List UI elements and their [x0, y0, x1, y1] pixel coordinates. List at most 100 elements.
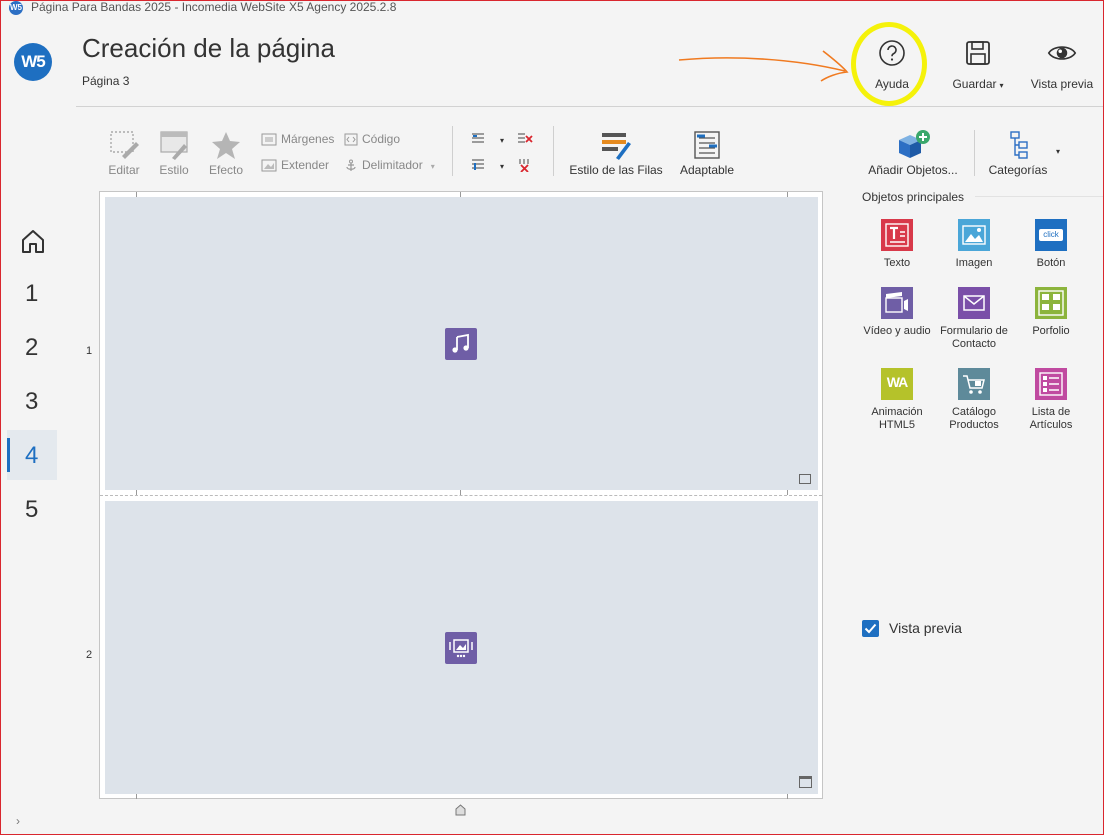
music-note-icon[interactable] [445, 328, 477, 360]
nav-page-3[interactable]: 3 [0, 376, 76, 426]
toolbar-separator [553, 126, 554, 176]
home-icon[interactable] [18, 226, 48, 256]
nav-page-label: 2 [25, 334, 39, 361]
row-style-button[interactable]: Estilo de las Filas [568, 130, 664, 177]
website-x5-logo[interactable]: W5 [14, 43, 52, 81]
image-object-icon [958, 219, 990, 251]
categories-icon [1010, 131, 1028, 159]
help-button[interactable]: Ayuda [862, 38, 922, 91]
video-audio-object-icon [881, 287, 913, 319]
row-separator [100, 495, 822, 496]
insert-row-above-dropdown-icon[interactable]: ▾ [500, 136, 504, 145]
html5-animation-object[interactable]: WA Animación HTML5 [858, 368, 936, 432]
column-tick [136, 794, 137, 799]
text-object-label: Texto [883, 257, 911, 269]
gallery-icon[interactable] [445, 632, 477, 664]
layout-row[interactable] [105, 197, 818, 490]
nav-page-label: 5 [25, 496, 39, 523]
code-label: Código [362, 132, 401, 146]
delimiter-button[interactable]: Delimitador ▾ [344, 158, 435, 172]
delimiter-dropdown-icon[interactable]: ▾ [431, 162, 435, 171]
product-catalog-object-label: Catálogo Productos [949, 406, 999, 431]
preview-button[interactable]: Vista previa [1029, 38, 1095, 91]
nav-page-1[interactable]: 1 [0, 268, 76, 318]
nav-page-5[interactable]: 5 [0, 484, 76, 534]
save-label: Guardar [952, 77, 997, 91]
delete-column-icon [519, 159, 529, 173]
row-window-icon[interactable] [799, 776, 812, 788]
portfolio-object-icon [1035, 287, 1067, 319]
preview-checkbox[interactable] [862, 620, 879, 637]
image-object[interactable]: Imagen [935, 219, 1013, 270]
save-button[interactable]: Guardar ▾ [948, 38, 1008, 91]
margins-icon [261, 133, 277, 146]
effect-label: Efecto [208, 163, 244, 177]
product-catalog-object-icon [958, 368, 990, 400]
html5-animation-object-icon: WA [881, 368, 913, 400]
row-style-label: Estilo de las Filas [569, 163, 663, 177]
insert-row-below-dropdown-icon[interactable]: ▾ [500, 162, 504, 171]
button-object-icon: click [1035, 219, 1067, 251]
article-list-object-label: Lista de Artículos [1029, 406, 1073, 431]
article-list-object-icon [1035, 368, 1067, 400]
delete-column-button[interactable] [517, 158, 537, 173]
checkmark-icon [864, 623, 877, 634]
toolbar-separator [452, 126, 453, 176]
layout-row[interactable] [105, 501, 818, 794]
margins-button[interactable]: Márgenes [261, 132, 334, 146]
expand-sidebar-icon[interactable]: › [16, 814, 20, 828]
extend-button[interactable]: Extender [261, 158, 329, 172]
star-icon [212, 132, 240, 159]
page-canvas[interactable] [99, 191, 823, 799]
text-object[interactable]: Texto [858, 219, 936, 270]
video-audio-object[interactable]: Vídeo y audio [858, 287, 936, 338]
style-icon [160, 131, 188, 160]
delete-row-button[interactable] [517, 132, 537, 146]
button-object-label: Botón [1036, 257, 1066, 269]
article-list-object[interactable]: Lista de Artículos [1012, 368, 1090, 432]
button-object[interactable]: click Botón [1012, 219, 1090, 270]
row-settings-icon[interactable] [799, 474, 811, 484]
text-object-icon [881, 219, 913, 251]
annotation-arrow [678, 50, 849, 82]
product-catalog-object[interactable]: Catálogo Productos [935, 368, 1013, 432]
save-dropdown-icon[interactable]: ▾ [1000, 81, 1004, 90]
adaptable-button[interactable]: Adaptable [678, 130, 736, 177]
delete-row-icon [518, 133, 533, 143]
effect-button[interactable]: Efecto [206, 130, 246, 177]
nav-page-2[interactable]: 2 [0, 322, 76, 372]
html5-animation-object-label: Animación HTML5 [871, 406, 923, 431]
row-style-icon [602, 133, 631, 160]
column-tick [460, 490, 461, 495]
categories-label: Categorías [988, 163, 1048, 177]
categories-dropdown-icon[interactable]: ▾ [1056, 147, 1060, 156]
row-number: 1 [86, 345, 93, 357]
extend-label: Extender [281, 158, 330, 172]
edit-button[interactable]: Editar [106, 130, 142, 177]
resize-handle-icon[interactable] [455, 804, 466, 816]
portfolio-object[interactable]: Porfolio [1012, 287, 1090, 338]
edit-icon [110, 131, 139, 159]
preview-checkbox-label[interactable]: Vista previa [889, 620, 962, 636]
contact-form-object-label: Formulario de Contacto [940, 325, 1008, 350]
save-icon [966, 41, 990, 65]
html5-animation-badge: WA [886, 374, 909, 390]
eye-icon [1047, 46, 1077, 60]
categories-button[interactable]: Categorías [988, 130, 1048, 177]
anchor-icon [346, 159, 356, 171]
image-object-label: Imagen [955, 257, 993, 269]
nav-page-4[interactable]: 4 [0, 430, 76, 480]
style-button[interactable]: Estilo [157, 130, 191, 177]
style-label: Estilo [159, 163, 189, 177]
contact-form-object[interactable]: Formulario de Contacto [935, 287, 1013, 351]
insert-row-above-button[interactable]: ▾ [470, 132, 504, 146]
add-objects-button[interactable]: Añadir Objetos... [866, 130, 960, 177]
insert-row-below-icon [472, 159, 484, 170]
section-divider [975, 196, 1104, 197]
app-icon: W5 [9, 1, 23, 15]
adaptable-label: Adaptable [679, 163, 735, 177]
nav-page-label: 4 [25, 442, 39, 469]
objects-section-title: Objetos principales [862, 190, 965, 204]
insert-row-below-button[interactable]: ▾ [470, 158, 504, 172]
code-button[interactable]: Código [344, 132, 400, 146]
